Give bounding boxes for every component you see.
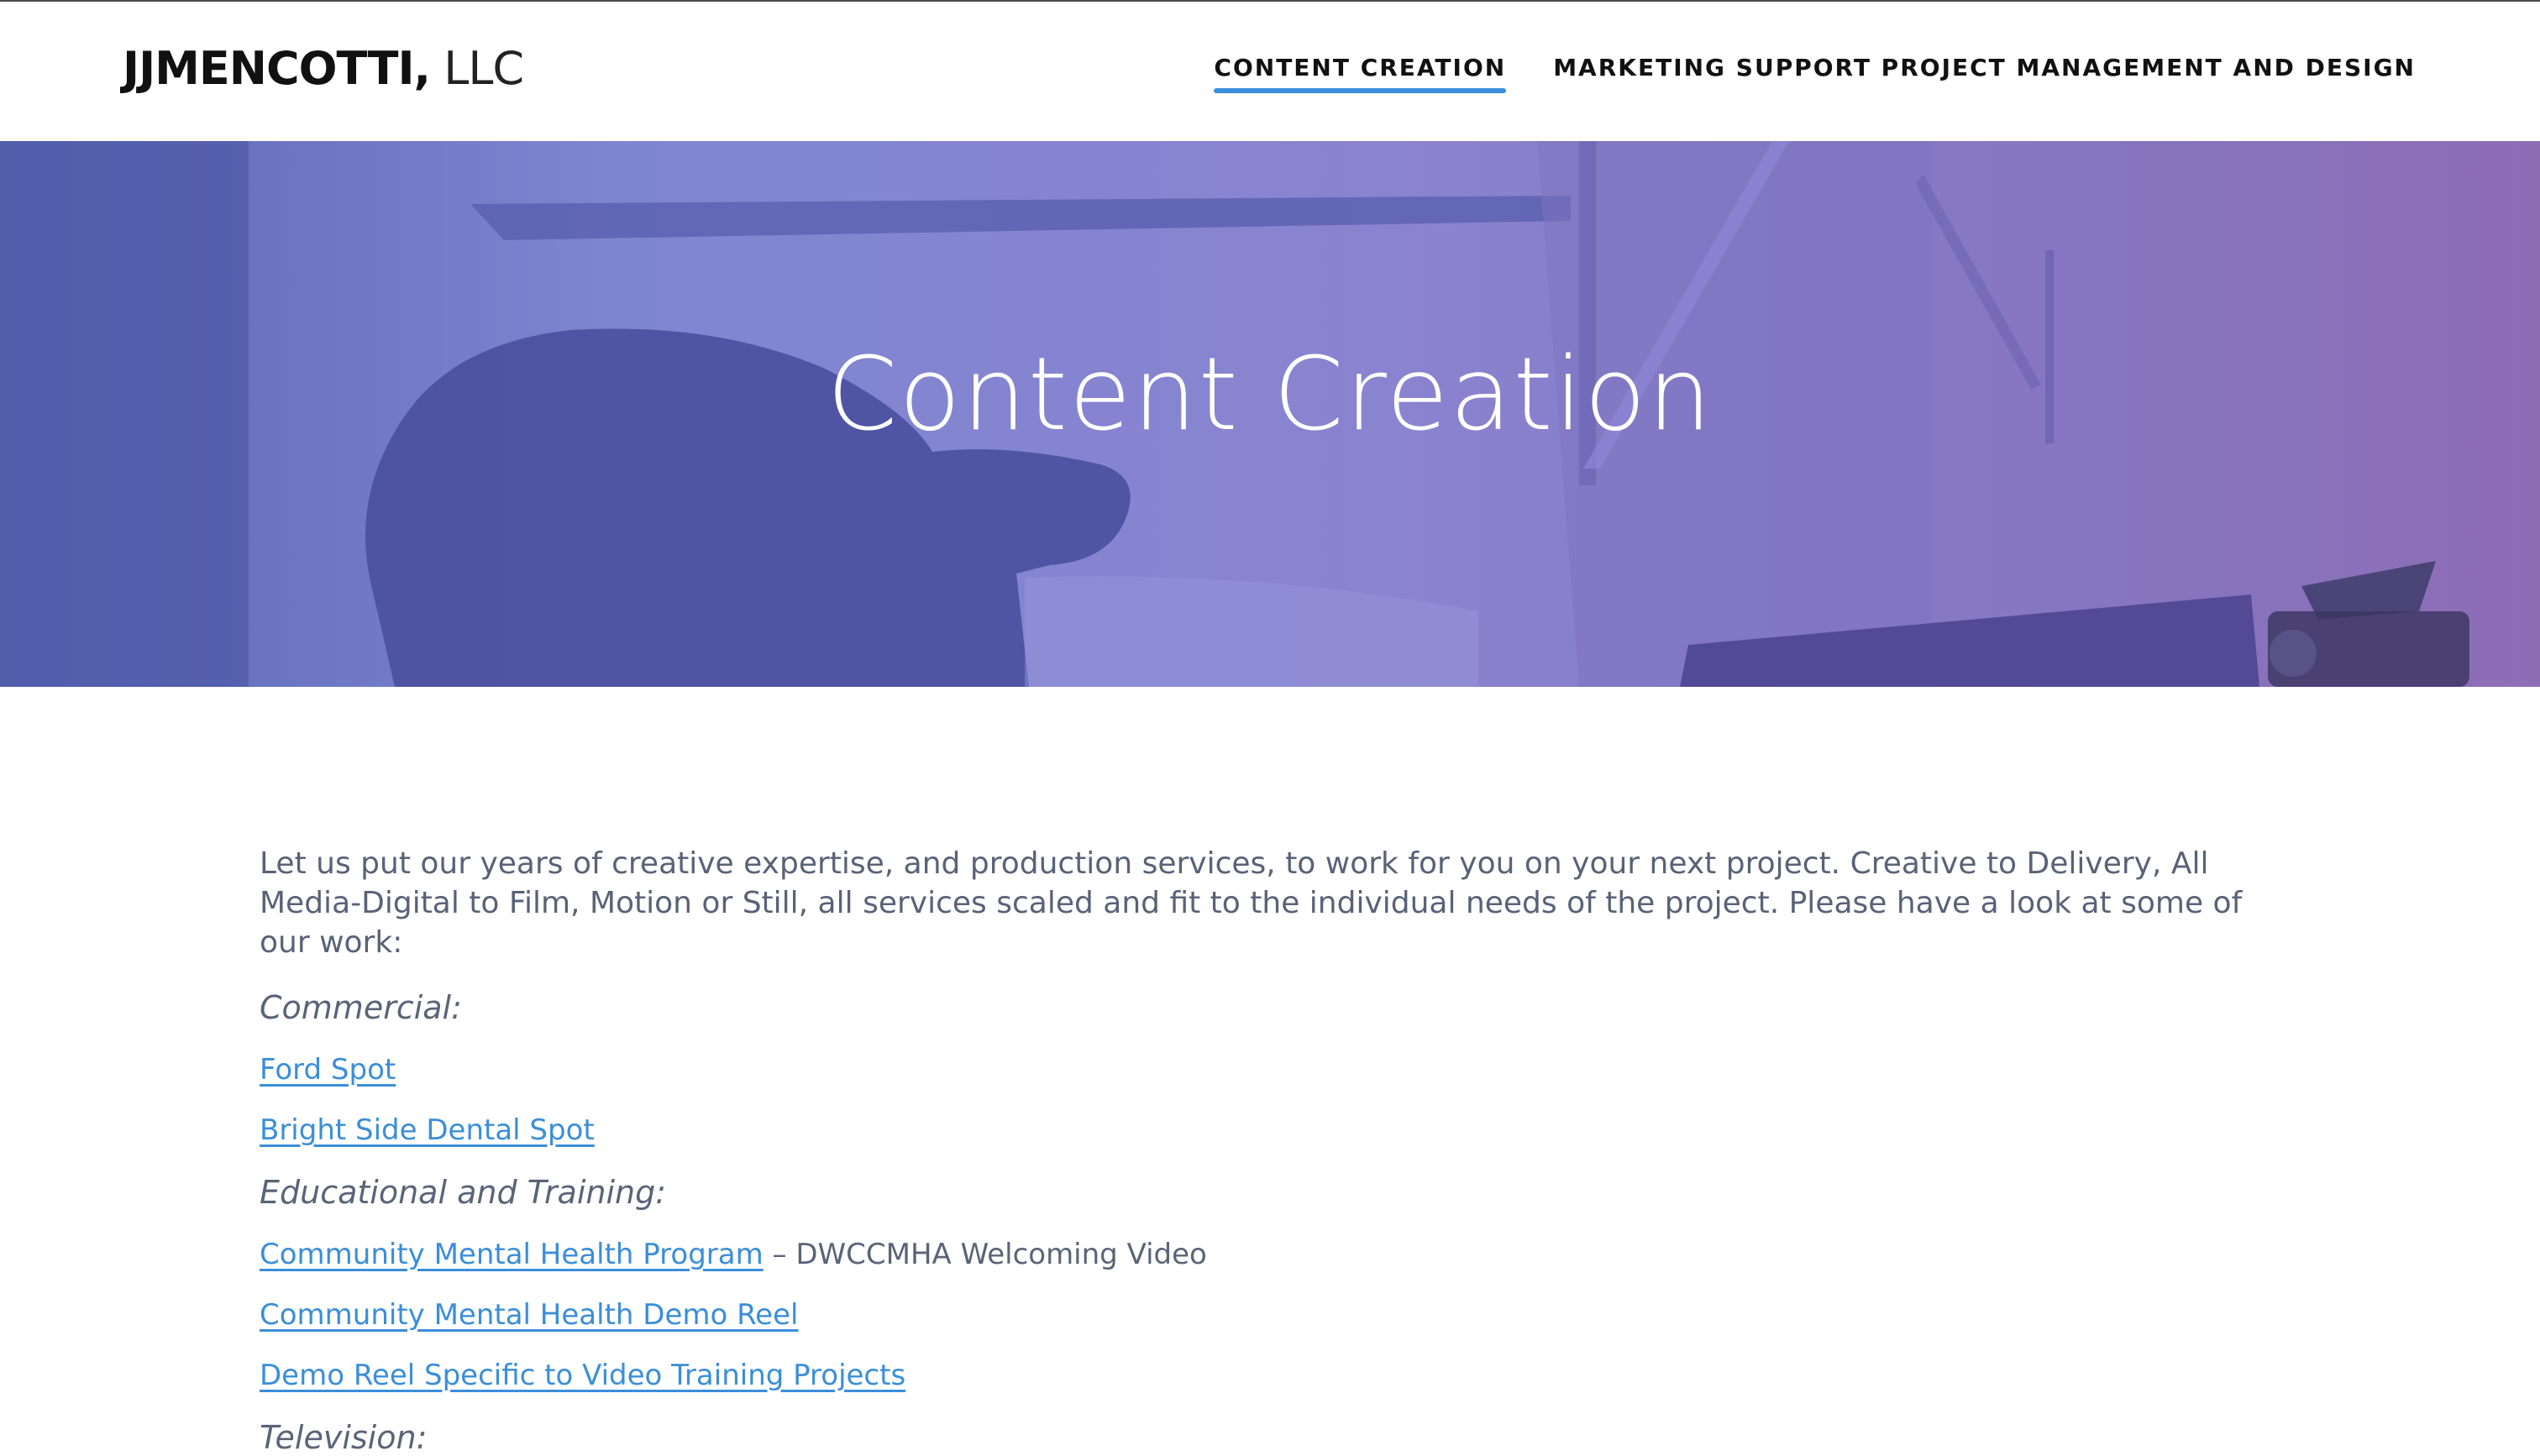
training-demo-reel-link[interactable]: Demo Reel Specific to Video Training Pro… [260,1359,905,1392]
hero-banner: Content Creation [0,141,2540,687]
logo-name: JJMENCOTTI, [123,42,431,95]
commercial-heading: Commercial: [260,989,462,1026]
list-item: Demo Reel Specific to Video Training Pro… [260,1359,2275,1392]
cmh-demo-reel-link[interactable]: Community Mental Health Demo Reel [260,1298,798,1332]
main-content: Let us put our years of creative experti… [260,844,2275,1456]
list-item: Bright Side Dental Spot [260,1113,2275,1147]
bright-side-dental-link[interactable]: Bright Side Dental Spot [260,1113,595,1147]
nav-content-creation[interactable]: CONTENT CREATION [1214,54,1506,93]
list-item: Ford Spot [260,1053,2275,1087]
site-logo[interactable]: JJMENCOTTI, LLC [123,42,524,95]
cmh-program-link[interactable]: Community Mental Health Program [260,1238,764,1271]
list-item: Community Mental Health Demo Reel [260,1298,2275,1332]
logo-suffix: LLC [430,42,524,95]
television-heading: Television: [260,1419,428,1456]
list-item: Community Mental Health Program – DWCCMH… [260,1238,2275,1271]
education-heading: Educational and Training: [260,1174,667,1211]
page-title: Content Creation [827,337,1713,453]
cmh-program-description: – DWCCMHA Welcoming Video [763,1238,1207,1271]
nav-marketing-support[interactable]: MARKETING SUPPORT PROJECT MANAGEMENT AND… [1553,54,2416,93]
ford-spot-link[interactable]: Ford Spot [260,1053,396,1087]
site-header: JJMENCOTTI, LLC CONTENT CREATION MARKETI… [0,2,2540,141]
main-nav: CONTENT CREATION MARKETING SUPPORT PROJE… [1214,54,2416,93]
intro-paragraph: Let us put our years of creative experti… [260,846,2243,960]
